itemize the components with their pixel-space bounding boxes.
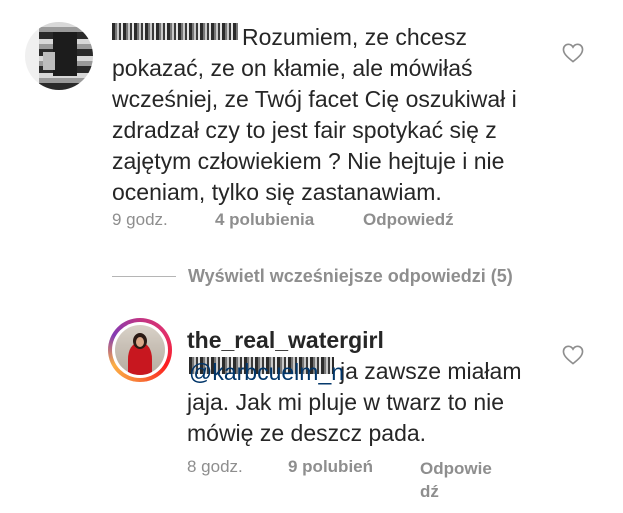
avatar-border	[112, 322, 168, 378]
reply-time[interactable]: 8 godz.	[187, 457, 288, 477]
comment-meta: 9 godz. 4 polubienia Odpowiedź	[112, 210, 454, 230]
avatar-the-real-watergirl[interactable]	[108, 318, 172, 382]
comment-body: karbcuelm_nRozumiem, ze chcesz pokazać, …	[112, 22, 552, 208]
avatar-pixel	[43, 52, 55, 70]
comment-username[interactable]: karbcuelm_n	[112, 23, 238, 40]
replies-divider	[112, 276, 176, 277]
avatar-photo	[115, 325, 165, 375]
avatar-karbcuelm[interactable]	[25, 22, 93, 90]
like-heart-icon[interactable]	[562, 43, 584, 63]
reply-likes[interactable]: 9 polubień	[288, 457, 420, 477]
comment-text: Rozumiem, ze chcesz pokazać, ze on kłami…	[112, 24, 517, 205]
view-replies-label: Wyświetl wcześniejsze odpowiedzi (5)	[188, 266, 513, 286]
reply-body: the_real_watergirl @karbcuelm_nja zawsze…	[187, 325, 552, 449]
avatar-face	[136, 337, 144, 347]
like-heart-icon[interactable]	[562, 345, 584, 365]
reply-mention[interactable]: @karbcuelm_n	[189, 357, 344, 385]
view-previous-replies-button[interactable]: Wyświetl wcześniejsze odpowiedzi (5)	[112, 266, 513, 287]
avatar-pixel	[53, 32, 77, 76]
reply-meta: 8 godz. 9 polubień Odpowie dź	[187, 457, 510, 503]
comment-time[interactable]: 9 godz.	[112, 210, 215, 230]
reply-button[interactable]: Odpowiedź	[363, 210, 454, 230]
reply-username[interactable]: the_real_watergirl	[187, 325, 552, 356]
comment-likes[interactable]: 4 polubienia	[215, 210, 363, 230]
reply-button[interactable]: Odpowie dź	[420, 457, 510, 503]
